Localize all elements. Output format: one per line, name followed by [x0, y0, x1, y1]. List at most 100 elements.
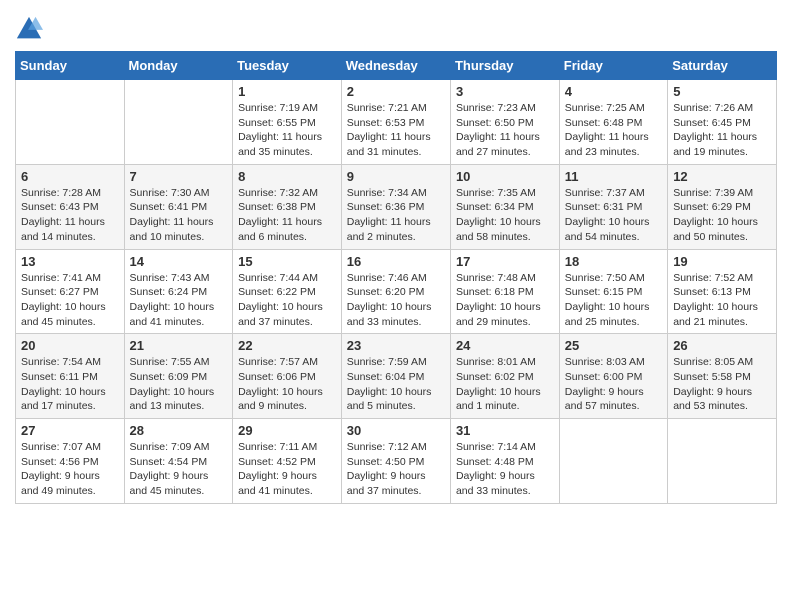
day-number: 3	[456, 84, 554, 99]
day-cell: 23 Sunrise: 7:59 AM Sunset: 6:04 PM Dayli…	[341, 334, 450, 419]
logo	[15, 15, 47, 43]
day-cell: 22Sunrise: 7:57 AM Sunset: 6:06 PM Dayli…	[233, 334, 342, 419]
col-header-thursday: Thursday	[450, 52, 559, 80]
day-cell	[16, 80, 125, 165]
day-number: 9	[347, 169, 445, 184]
day-info: Sunrise: 7:21 AM Sunset: 6:53 PM Dayligh…	[347, 101, 445, 160]
col-header-tuesday: Tuesday	[233, 52, 342, 80]
col-header-saturday: Saturday	[668, 52, 777, 80]
calendar-header-row: SundayMondayTuesdayWednesdayThursdayFrid…	[16, 52, 777, 80]
day-number: 30	[347, 423, 445, 438]
day-number: 15	[238, 254, 336, 269]
day-number: 18	[565, 254, 662, 269]
day-cell: 7 Sunrise: 7:30 AM Sunset: 6:41 PM Daylig…	[124, 164, 233, 249]
page: SundayMondayTuesdayWednesdayThursdayFrid…	[0, 0, 792, 612]
day-cell: 1 Sunrise: 7:19 AM Sunset: 6:55 PM Daylig…	[233, 80, 342, 165]
day-info: Sunrise: 7:46 AM Sunset: 6:20 PM Dayligh…	[347, 271, 445, 330]
calendar-table: SundayMondayTuesdayWednesdayThursdayFrid…	[15, 51, 777, 504]
day-number: 29	[238, 423, 336, 438]
day-info: Sunrise: 7:37 AM Sunset: 6:31 PM Dayligh…	[565, 186, 662, 245]
day-number: 6	[21, 169, 119, 184]
day-cell: 27 Sunrise: 7:07 AM Sunset: 4:56 PM Dayli…	[16, 419, 125, 504]
day-cell: 11Sunrise: 7:37 AM Sunset: 6:31 PM Dayli…	[559, 164, 667, 249]
day-cell: 3 Sunrise: 7:23 AM Sunset: 6:50 PM Daylig…	[450, 80, 559, 165]
day-cell: 18 Sunrise: 7:50 AM Sunset: 6:15 PM Dayli…	[559, 249, 667, 334]
day-info: Sunrise: 7:28 AM Sunset: 6:43 PM Dayligh…	[21, 186, 119, 245]
col-header-friday: Friday	[559, 52, 667, 80]
day-cell: 12 Sunrise: 7:39 AM Sunset: 6:29 PM Dayli…	[668, 164, 777, 249]
col-header-monday: Monday	[124, 52, 233, 80]
day-number: 27	[21, 423, 119, 438]
day-info: Sunrise: 7:44 AM Sunset: 6:22 PM Dayligh…	[238, 271, 336, 330]
day-number: 22	[238, 338, 336, 353]
day-cell: 15 Sunrise: 7:44 AM Sunset: 6:22 PM Dayli…	[233, 249, 342, 334]
day-number: 28	[130, 423, 228, 438]
week-row-5: 27 Sunrise: 7:07 AM Sunset: 4:56 PM Dayli…	[16, 419, 777, 504]
day-number: 25	[565, 338, 662, 353]
day-number: 17	[456, 254, 554, 269]
week-row-1: 1 Sunrise: 7:19 AM Sunset: 6:55 PM Daylig…	[16, 80, 777, 165]
day-cell: 19Sunrise: 7:52 AM Sunset: 6:13 PM Dayli…	[668, 249, 777, 334]
day-info: Sunrise: 7:34 AM Sunset: 6:36 PM Dayligh…	[347, 186, 445, 245]
day-info: Sunrise: 7:30 AM Sunset: 6:41 PM Dayligh…	[130, 186, 228, 245]
day-info: Sunrise: 7:14 AM Sunset: 4:48 PM Dayligh…	[456, 440, 554, 499]
day-number: 2	[347, 84, 445, 99]
day-number: 10	[456, 169, 554, 184]
day-number: 1	[238, 84, 336, 99]
day-cell: 14Sunrise: 7:43 AM Sunset: 6:24 PM Dayli…	[124, 249, 233, 334]
day-number: 7	[130, 169, 228, 184]
col-header-wednesday: Wednesday	[341, 52, 450, 80]
day-cell: 10 Sunrise: 7:35 AM Sunset: 6:34 PM Dayli…	[450, 164, 559, 249]
day-number: 13	[21, 254, 119, 269]
day-info: Sunrise: 7:43 AM Sunset: 6:24 PM Dayligh…	[130, 271, 228, 330]
day-info: Sunrise: 8:05 AM Sunset: 5:58 PM Dayligh…	[673, 355, 771, 414]
day-info: Sunrise: 7:09 AM Sunset: 4:54 PM Dayligh…	[130, 440, 228, 499]
logo-icon	[15, 15, 43, 43]
day-info: Sunrise: 7:59 AM Sunset: 6:04 PM Dayligh…	[347, 355, 445, 414]
day-number: 8	[238, 169, 336, 184]
day-info: Sunrise: 7:35 AM Sunset: 6:34 PM Dayligh…	[456, 186, 554, 245]
day-cell: 17 Sunrise: 7:48 AM Sunset: 6:18 PM Dayli…	[450, 249, 559, 334]
day-cell: 25 Sunrise: 8:03 AM Sunset: 6:00 PM Dayli…	[559, 334, 667, 419]
day-number: 26	[673, 338, 771, 353]
day-number: 16	[347, 254, 445, 269]
day-cell: 29 Sunrise: 7:11 AM Sunset: 4:52 PM Dayli…	[233, 419, 342, 504]
day-cell: 31 Sunrise: 7:14 AM Sunset: 4:48 PM Dayli…	[450, 419, 559, 504]
day-cell	[668, 419, 777, 504]
day-number: 4	[565, 84, 662, 99]
day-info: Sunrise: 7:12 AM Sunset: 4:50 PM Dayligh…	[347, 440, 445, 499]
day-info: Sunrise: 7:41 AM Sunset: 6:27 PM Dayligh…	[21, 271, 119, 330]
header	[15, 10, 777, 43]
day-cell: 6 Sunrise: 7:28 AM Sunset: 6:43 PM Daylig…	[16, 164, 125, 249]
day-info: Sunrise: 7:39 AM Sunset: 6:29 PM Dayligh…	[673, 186, 771, 245]
day-info: Sunrise: 7:48 AM Sunset: 6:18 PM Dayligh…	[456, 271, 554, 330]
day-info: Sunrise: 7:19 AM Sunset: 6:55 PM Dayligh…	[238, 101, 336, 160]
day-info: Sunrise: 7:07 AM Sunset: 4:56 PM Dayligh…	[21, 440, 119, 499]
day-info: Sunrise: 7:11 AM Sunset: 4:52 PM Dayligh…	[238, 440, 336, 499]
day-number: 23	[347, 338, 445, 353]
day-number: 20	[21, 338, 119, 353]
day-cell: 20 Sunrise: 7:54 AM Sunset: 6:11 PM Dayli…	[16, 334, 125, 419]
day-cell: 8Sunrise: 7:32 AM Sunset: 6:38 PM Daylig…	[233, 164, 342, 249]
day-info: Sunrise: 7:50 AM Sunset: 6:15 PM Dayligh…	[565, 271, 662, 330]
day-info: Sunrise: 7:26 AM Sunset: 6:45 PM Dayligh…	[673, 101, 771, 160]
day-cell: 28 Sunrise: 7:09 AM Sunset: 4:54 PM Dayli…	[124, 419, 233, 504]
day-number: 12	[673, 169, 771, 184]
col-header-sunday: Sunday	[16, 52, 125, 80]
day-cell: 24Sunrise: 8:01 AM Sunset: 6:02 PM Dayli…	[450, 334, 559, 419]
day-cell: 16 Sunrise: 7:46 AM Sunset: 6:20 PM Dayli…	[341, 249, 450, 334]
day-info: Sunrise: 8:01 AM Sunset: 6:02 PM Dayligh…	[456, 355, 554, 414]
day-number: 5	[673, 84, 771, 99]
day-cell: 13 Sunrise: 7:41 AM Sunset: 6:27 PM Dayli…	[16, 249, 125, 334]
day-info: Sunrise: 7:23 AM Sunset: 6:50 PM Dayligh…	[456, 101, 554, 160]
day-cell: 9 Sunrise: 7:34 AM Sunset: 6:36 PM Daylig…	[341, 164, 450, 249]
day-number: 31	[456, 423, 554, 438]
week-row-4: 20 Sunrise: 7:54 AM Sunset: 6:11 PM Dayli…	[16, 334, 777, 419]
day-cell: 21Sunrise: 7:55 AM Sunset: 6:09 PM Dayli…	[124, 334, 233, 419]
day-number: 21	[130, 338, 228, 353]
day-info: Sunrise: 7:54 AM Sunset: 6:11 PM Dayligh…	[21, 355, 119, 414]
day-cell: 4Sunrise: 7:25 AM Sunset: 6:48 PM Daylig…	[559, 80, 667, 165]
day-cell: 2 Sunrise: 7:21 AM Sunset: 6:53 PM Daylig…	[341, 80, 450, 165]
day-cell: 5 Sunrise: 7:26 AM Sunset: 6:45 PM Daylig…	[668, 80, 777, 165]
day-info: Sunrise: 8:03 AM Sunset: 6:00 PM Dayligh…	[565, 355, 662, 414]
